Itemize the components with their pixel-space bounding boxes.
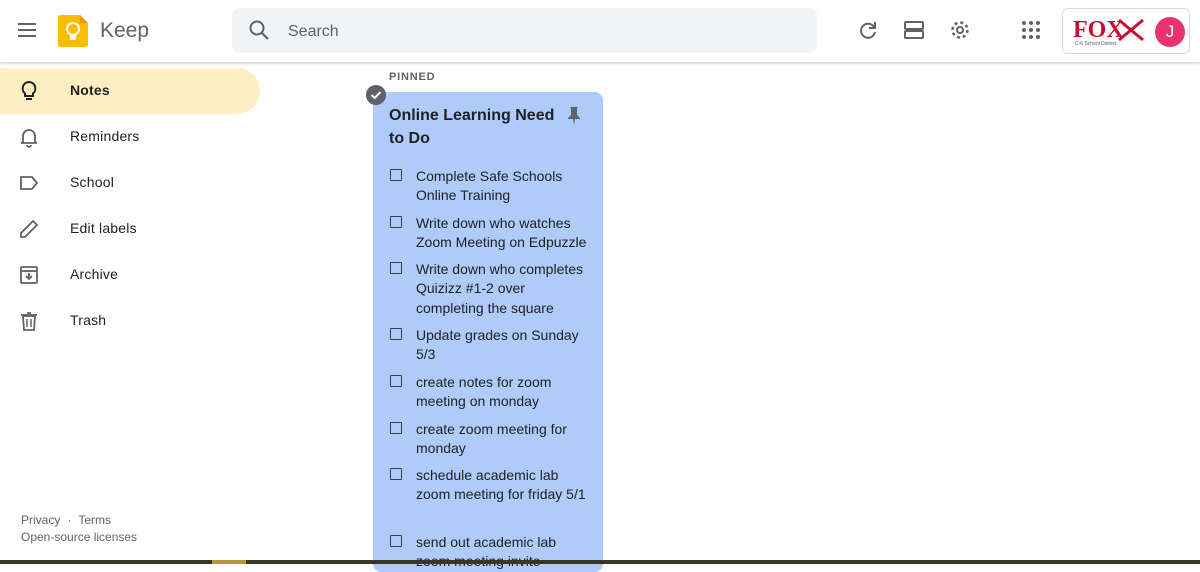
checklist-item-text[interactable]: Write down who watches Zoom Meeting on E… (416, 214, 588, 253)
note-card[interactable]: Online Learning Need to Do Complete Safe… (373, 92, 603, 572)
checklist-item-text[interactable]: schedule academic lab zoom meeting for f… (416, 466, 588, 505)
open-source-licenses-link[interactable]: Open-source licenses (21, 530, 137, 544)
note-title[interactable]: Online Learning Need to Do (389, 104, 559, 150)
privacy-link[interactable]: Privacy (21, 513, 60, 527)
menu-icon (18, 23, 36, 37)
label-icon (20, 176, 39, 190)
sidebar-item-edit-labels[interactable]: Edit labels (0, 206, 260, 252)
checklist-item-text[interactable]: Write down who completes Quizizz #1-2 ov… (416, 260, 588, 318)
keep-logo-icon (58, 15, 88, 47)
checklist-item-text[interactable]: Update grades on Sunday 5/3 (416, 326, 588, 365)
avatar[interactable]: J (1155, 17, 1185, 47)
sidebar-item-archive[interactable]: Archive (0, 252, 260, 298)
sidebar-item-label: Notes (70, 82, 110, 98)
org-logo-text: FOX (1073, 17, 1124, 43)
sidebar-item-reminders[interactable]: Reminders (0, 114, 260, 160)
lightbulb-icon (21, 80, 37, 100)
search-icon[interactable] (248, 19, 270, 41)
list-view-icon[interactable] (903, 19, 925, 41)
checklist-item-text[interactable]: create notes for zoom meeting on monday (416, 373, 588, 412)
sidebar-item-label: Trash (70, 312, 107, 328)
bottom-edge-highlight (212, 560, 246, 564)
checklist-item-text[interactable]: create zoom meeting for monday (416, 420, 588, 459)
terms-link[interactable]: Terms (78, 513, 111, 527)
app-title[interactable]: Keep (100, 19, 149, 43)
checkbox[interactable] (390, 216, 402, 228)
sidebar-item-school[interactable]: School (0, 160, 260, 206)
checkbox[interactable] (390, 535, 402, 547)
archive-icon (20, 266, 38, 284)
footer-separator: · (67, 513, 72, 527)
apps-grid-icon[interactable] (1020, 19, 1042, 41)
sidebar-item-label: Archive (70, 266, 119, 282)
bottom-edge-bar (0, 560, 1200, 564)
checkbox[interactable] (390, 262, 402, 274)
checkbox[interactable] (390, 169, 402, 181)
app-header: Keep FOX C-6 School District J (0, 0, 1200, 63)
select-note-check-icon[interactable] (366, 85, 386, 105)
trash-icon (21, 312, 37, 331)
checkbox[interactable] (390, 468, 402, 480)
checkbox[interactable] (390, 328, 402, 340)
sidebar-item-label: Edit labels (70, 220, 137, 236)
sidebar-item-trash[interactable]: Trash (0, 298, 260, 344)
pencil-icon (20, 219, 39, 238)
checklist-item-text[interactable]: Complete Safe Schools Online Training (416, 167, 588, 206)
pinned-section-label: PINNED (389, 71, 436, 83)
settings-icon[interactable] (949, 19, 971, 41)
checkbox[interactable] (390, 422, 402, 434)
main-menu-button[interactable] (16, 19, 38, 41)
search-bar[interactable] (232, 8, 817, 55)
checkbox[interactable] (390, 375, 402, 387)
sidebar-item-notes[interactable]: Notes (0, 68, 260, 114)
sidebar-item-label: Reminders (70, 128, 140, 144)
refresh-icon[interactable] (857, 19, 879, 41)
checklist-item-text[interactable]: send out academic lab zoom meeting invit… (416, 533, 588, 572)
sidebar: Notes Reminders School Edit labels Archi… (0, 62, 270, 562)
search-input[interactable] (286, 8, 790, 55)
org-logo-subtext: C-6 School District (1075, 41, 1117, 47)
pin-icon[interactable] (565, 106, 583, 126)
account-switcher[interactable]: FOX C-6 School District J (1062, 8, 1190, 54)
footer-links: Privacy · Terms Open-source licenses (21, 512, 137, 546)
org-logo: FOX C-6 School District (1073, 17, 1144, 47)
bell-icon (20, 129, 38, 148)
sidebar-item-label: School (70, 174, 115, 190)
